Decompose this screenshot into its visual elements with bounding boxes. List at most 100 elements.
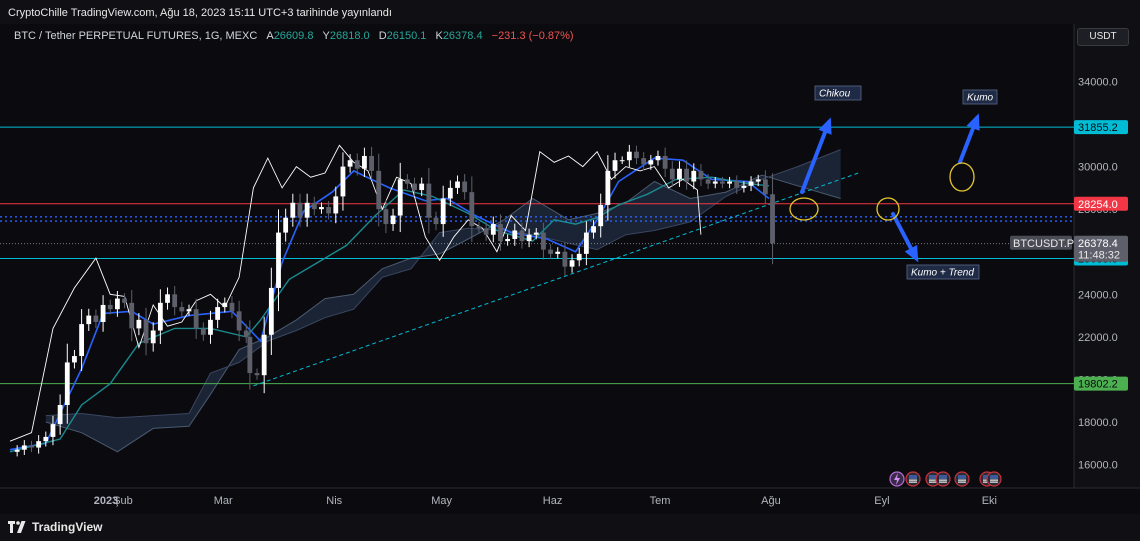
candle-body — [762, 179, 768, 195]
candle-body — [157, 302, 163, 331]
open-value: 26609.8 — [273, 30, 314, 42]
flag-canton-icon — [909, 475, 917, 479]
close-value: 26378.4 — [442, 30, 483, 42]
candle-body — [200, 328, 206, 335]
candle-body — [748, 181, 754, 186]
kumo-arrow[interactable] — [958, 113, 980, 164]
level-badge-text: 19802.2 — [1078, 379, 1118, 391]
price-chart[interactable]: ChikouKumoKumo + Trend 16000.018000.0200… — [0, 24, 1140, 514]
event-icons[interactable] — [889, 471, 1002, 487]
candle-body — [612, 160, 618, 171]
kumo-trend-ellipse[interactable] — [876, 197, 900, 221]
candle-body — [390, 215, 396, 225]
currency-button[interactable]: USDT — [1077, 28, 1129, 46]
kumo-ellipse[interactable] — [949, 162, 975, 192]
chikou-arrow-head — [818, 117, 832, 135]
candle-body — [276, 232, 281, 288]
candle-body — [50, 424, 56, 437]
candle-body — [490, 224, 496, 235]
dividend-event-icon[interactable] — [889, 471, 905, 487]
candle-body — [727, 181, 732, 184]
us-event-icon[interactable] — [935, 471, 951, 487]
countdown-text: 11:48:32 — [1078, 250, 1120, 262]
candle-body — [533, 232, 539, 235]
last-price-badge[interactable]: BTCUSDT.P 26378.411:48:32 — [1010, 235, 1128, 262]
candle-body — [208, 319, 213, 335]
us-event-icon[interactable] — [954, 471, 970, 487]
time-tick-label: Nis — [326, 495, 342, 507]
time-tick-label: Eyl — [874, 495, 889, 507]
candle-body — [172, 294, 178, 308]
high-value: 26818.0 — [329, 30, 370, 42]
candle-body — [247, 336, 253, 374]
level-badge-0[interactable]: 31855.2 — [1074, 120, 1128, 135]
time-tick-label: May — [431, 495, 452, 507]
candle-body — [14, 449, 20, 452]
level-badge-1[interactable]: 28254.0 — [1074, 196, 1128, 211]
tradingview-logo[interactable]: TradingView — [8, 520, 102, 534]
flag-stripe-icon — [909, 481, 917, 483]
candle-body — [641, 158, 647, 165]
annotation-label: Kumo + Trend — [911, 268, 974, 279]
candle-body — [136, 319, 142, 329]
candle-body — [412, 183, 417, 191]
price-tick-label: 16000.0 — [1078, 460, 1118, 472]
trendline[interactable] — [253, 172, 859, 387]
candle-body — [576, 253, 582, 261]
time-tick-label: Haz — [543, 495, 563, 507]
candle-body — [43, 436, 49, 442]
annotation-1[interactable]: Kumo — [962, 89, 998, 105]
candle-body — [462, 181, 468, 193]
candle-body — [770, 194, 775, 244]
candle-body — [548, 249, 553, 254]
level-badge-3[interactable]: 19802.2 — [1074, 376, 1128, 391]
low-key: D — [378, 30, 387, 42]
candle-body — [179, 307, 185, 312]
candle-body — [426, 183, 432, 218]
candle-body — [691, 170, 697, 182]
candle-body — [455, 181, 460, 188]
candle-body — [634, 151, 639, 159]
candle-body — [498, 224, 503, 242]
flag-canton-icon — [990, 475, 998, 479]
tradingview-brand: TradingView — [32, 520, 103, 534]
candle-body — [569, 260, 575, 267]
level-badge-text: 31855.2 — [1078, 122, 1118, 134]
candle-body — [64, 362, 70, 405]
candle-body — [626, 151, 632, 161]
chikou-ellipse[interactable] — [789, 197, 819, 221]
candle-body — [107, 304, 113, 310]
flag-stripe-icon — [929, 481, 937, 483]
candle-body — [236, 311, 242, 331]
candle-body — [79, 324, 84, 357]
candle-body — [319, 207, 324, 210]
candle-body — [662, 155, 668, 169]
candle-body — [93, 315, 99, 322]
annotation-label: Chikou — [819, 89, 851, 100]
time-axis[interactable]: 2023Şub Mar Nis May Haz Tem Ağu Eyl Eki — [94, 495, 997, 507]
candle-body — [476, 226, 482, 229]
candle-body — [684, 168, 690, 182]
us-event-icon[interactable] — [986, 471, 1002, 487]
time-tick-label: Mar — [214, 495, 233, 507]
candle-body — [261, 334, 267, 376]
candle-body — [304, 202, 310, 218]
flag-stripe-icon — [909, 479, 917, 481]
candle-body — [383, 209, 389, 225]
flag-stripe-icon — [990, 479, 998, 481]
tradingview-logo-icon — [8, 521, 26, 533]
candle-body — [712, 181, 718, 184]
candle-body — [698, 170, 704, 180]
candle-body — [433, 217, 439, 225]
us-event-icon[interactable] — [905, 471, 921, 487]
candle-body — [655, 155, 661, 161]
footer: TradingView — [0, 514, 1140, 541]
annotation-2[interactable]: Kumo + Trend — [906, 264, 980, 280]
candle-body — [598, 204, 604, 227]
candle-body — [222, 302, 228, 308]
candle-body — [605, 170, 611, 205]
candle-body — [72, 356, 77, 363]
chart-panel[interactable]: ChikouKumoKumo + Trend 16000.018000.0200… — [0, 24, 1140, 514]
annotation-0[interactable]: Chikou — [814, 85, 862, 101]
flag-stripe-icon — [990, 481, 998, 483]
